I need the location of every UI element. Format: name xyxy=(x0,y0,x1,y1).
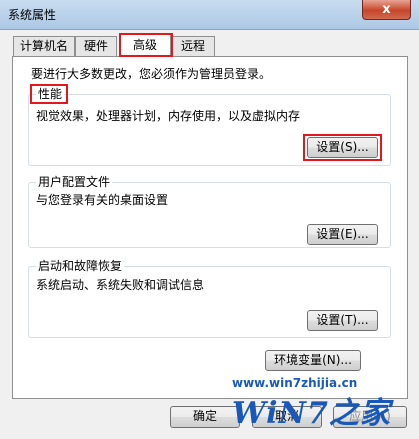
performance-settings-button[interactable]: 设置(S)... xyxy=(307,137,378,158)
performance-description: 视觉效果，处理器计划，内存使用，以及虚拟内存 xyxy=(36,109,301,123)
tab-remote[interactable]: 远程 xyxy=(171,36,215,56)
environment-variables-button[interactable]: 环境变量(N)... xyxy=(265,350,361,371)
tab-label: 远程 xyxy=(180,39,205,53)
ok-button[interactable]: 确定 xyxy=(170,406,240,428)
watermark: www.win7zhijia.cn WiN7之家 xyxy=(232,376,412,431)
startup-recovery-description: 系统启动、系统失败和调试信息 xyxy=(36,278,205,292)
admin-notice: 要进行大多数更改，您必须作为管理员登录。 xyxy=(31,67,272,81)
performance-title: 性能 xyxy=(36,87,65,101)
tab-label: 高级 xyxy=(132,38,157,52)
title-bar: 系统属性 x xyxy=(0,0,419,30)
close-icon: x xyxy=(382,2,391,17)
user-profiles-title: 用户配置文件 xyxy=(36,175,113,189)
tab-advanced[interactable]: 高级 xyxy=(119,33,171,57)
window-title: 系统属性 xyxy=(8,8,57,22)
user-profiles-description: 与您登录有关的桌面设置 xyxy=(36,193,169,207)
tab-label: 硬件 xyxy=(83,39,108,53)
watermark-logo: WiN7之家 xyxy=(232,396,391,431)
startup-recovery-title: 启动和故障恢复 xyxy=(36,259,125,273)
tab-computer-name[interactable]: 计算机名 xyxy=(13,36,75,56)
close-button[interactable]: x xyxy=(362,0,411,20)
tab-label: 计算机名 xyxy=(19,39,68,53)
startup-recovery-settings-button[interactable]: 设置(T)... xyxy=(307,310,378,331)
tab-hardware[interactable]: 硬件 xyxy=(75,36,117,56)
user-profiles-settings-button[interactable]: 设置(E)... xyxy=(307,224,378,245)
